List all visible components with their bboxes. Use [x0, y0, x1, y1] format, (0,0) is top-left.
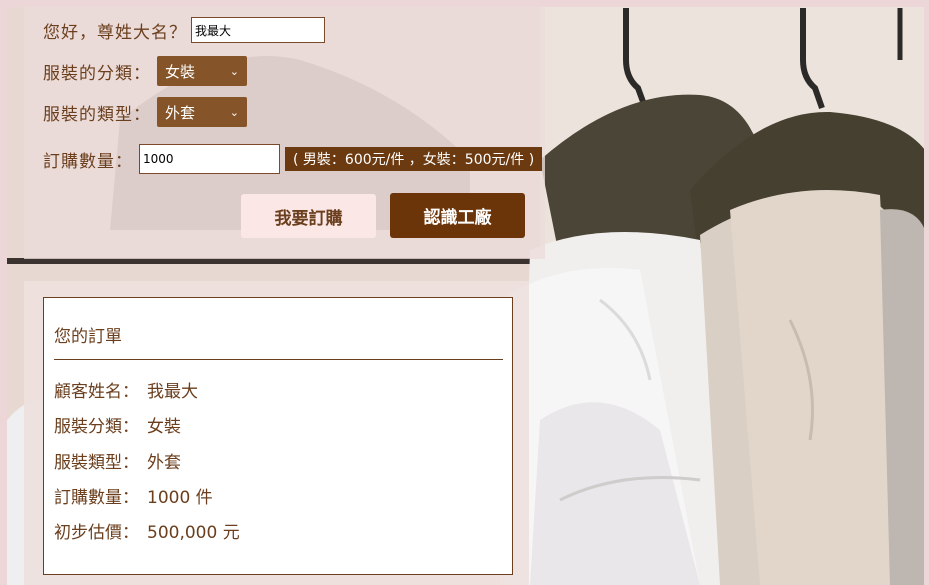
- type-select[interactable]: 外套 ⌄: [157, 97, 247, 127]
- order-price-value: 500,000 元: [147, 523, 240, 543]
- order-category-value: 女裝: [147, 417, 181, 437]
- type-row: 服裝的類型： 外套 ⌄: [43, 97, 247, 127]
- order-title: 您的訂單: [54, 327, 122, 347]
- quantity-row: 訂購數量： ( 男裝：600元/件 ，女裝：500元/件 ): [43, 144, 543, 174]
- order-summary-box: 您的訂單 顧客姓名： 我最大 服裝分類： 女裝 服裝類型： 外套 訂購數量： 1000 …: [43, 297, 513, 575]
- category-row: 服裝的分類： 女裝 ⌄: [43, 56, 247, 86]
- order-customer-value: 我最大: [147, 382, 198, 402]
- order-category-label: 服裝分類：: [54, 417, 139, 437]
- chevron-down-icon: ⌄: [229, 105, 239, 119]
- order-type-value: 外套: [147, 453, 181, 473]
- order-quantity-label: 訂購數量：: [54, 488, 139, 508]
- chevron-down-icon: ⌄: [229, 64, 239, 78]
- quantity-input[interactable]: [139, 144, 280, 174]
- order-quantity-value: 1000 件: [147, 488, 213, 508]
- name-input[interactable]: [191, 17, 325, 43]
- order-button[interactable]: 我要訂購: [241, 194, 376, 238]
- name-label: 您好，尊姓大名？: [43, 22, 187, 43]
- order-type-line: 服裝類型： 外套: [54, 448, 181, 473]
- frame-left: [0, 0, 7, 585]
- category-select[interactable]: 女裝 ⌄: [157, 56, 247, 86]
- order-customer-line: 顧客姓名： 我最大: [54, 377, 198, 402]
- about-factory-button[interactable]: 認識工廠: [390, 193, 525, 238]
- order-quantity-line: 訂購數量： 1000 件: [54, 483, 213, 508]
- order-divider: [54, 359, 503, 360]
- order-price-label: 初步估價：: [54, 523, 139, 543]
- frame-right: [924, 0, 929, 585]
- name-row: 您好，尊姓大名？: [43, 15, 325, 45]
- order-customer-label: 顧客姓名：: [54, 382, 139, 402]
- frame-top: [0, 0, 929, 7]
- order-price-line: 初步估價： 500,000 元: [54, 518, 240, 543]
- quantity-label: 訂購數量：: [43, 151, 133, 172]
- type-label: 服裝的類型：: [43, 104, 151, 125]
- order-type-label: 服裝類型：: [54, 453, 139, 473]
- type-selected-value: 外套: [165, 103, 196, 122]
- category-selected-value: 女裝: [165, 62, 196, 81]
- category-label: 服裝的分類：: [43, 63, 151, 84]
- price-note: ( 男裝：600元/件 ，女裝：500元/件 ): [285, 147, 543, 171]
- order-category-line: 服裝分類： 女裝: [54, 412, 181, 437]
